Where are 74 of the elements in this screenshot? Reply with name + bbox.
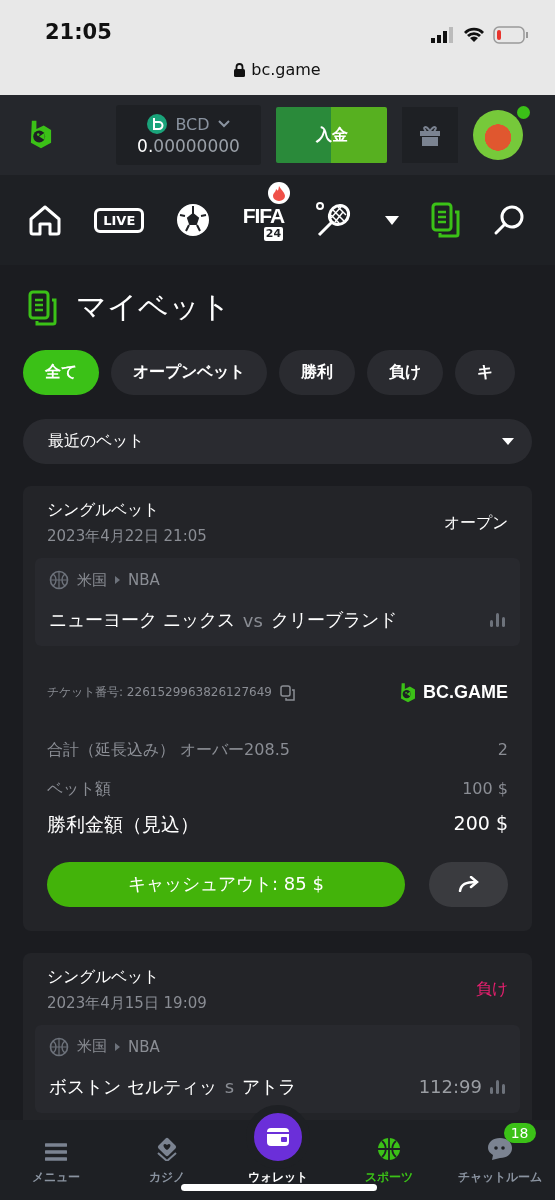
menu-icon <box>44 1143 67 1161</box>
signal-icon <box>431 27 455 43</box>
balance-amount: 0.00000000 <box>137 136 240 156</box>
status-time: 21:05 <box>45 20 112 44</box>
logo-icon[interactable] <box>28 119 54 151</box>
fifa-tab[interactable]: FIFA 24 <box>242 205 285 241</box>
bet-slip-icon <box>28 289 58 326</box>
team-name: クリーブランド <box>270 608 397 632</box>
live-tab[interactable]: LIVE <box>94 207 145 233</box>
breadcrumb-arrow-icon <box>115 1042 120 1051</box>
bet-status: 負け <box>476 979 508 1001</box>
stats-icon[interactable] <box>490 1079 506 1094</box>
payout-value: 200 $ <box>453 811 508 836</box>
team-name: ニューヨーク ニックス <box>49 608 235 632</box>
dropdown-caret-icon[interactable] <box>384 215 399 225</box>
versus-label: s <box>224 1076 235 1098</box>
country-label: 米国 <box>77 570 107 590</box>
market-label: 合計（延長込み） オーバー208.5 <box>47 739 290 761</box>
breadcrumb-arrow-icon <box>115 576 120 584</box>
brand-logo-icon[interactable] <box>399 682 417 704</box>
dropdown-caret-icon <box>502 438 514 445</box>
ticket-number: チケット番号: 2261529963826127649 <box>47 684 272 702</box>
share-button[interactable] <box>429 861 508 907</box>
gift-button[interactable] <box>402 107 458 163</box>
gift-icon <box>419 124 441 146</box>
bet-slip-icon[interactable] <box>430 202 461 238</box>
url-text: bc.game <box>251 60 321 79</box>
tennis-racket-icon[interactable] <box>316 202 353 238</box>
chat-bubble-icon <box>486 1137 513 1161</box>
bet-date: 2023年4月22日 21:05 <box>47 527 207 546</box>
chevron-down-icon <box>217 120 230 128</box>
payout-label: 勝利金額（見込） <box>47 811 199 837</box>
lock-icon <box>234 62 246 77</box>
basketball-icon <box>49 570 69 590</box>
copy-icon[interactable] <box>279 684 296 701</box>
coin-icon <box>147 114 168 134</box>
bet-date: 2023年4月15日 19:09 <box>47 993 207 1013</box>
search-icon[interactable] <box>493 204 525 236</box>
brand-name: BC.GAME <box>423 682 508 704</box>
filter-chip[interactable]: 負け <box>367 350 443 395</box>
basketball-icon <box>376 1137 401 1161</box>
balance-selector[interactable]: BCD 0.00000000 <box>116 105 261 165</box>
bet-type: シングルベット <box>47 966 160 988</box>
home-icon[interactable] <box>28 204 62 236</box>
share-arrow-icon <box>457 876 480 893</box>
odds-value: 2 <box>497 739 508 761</box>
team-name: ボストン セルティッ <box>49 1074 217 1099</box>
league-label: NBA <box>128 1037 160 1056</box>
sort-dropdown[interactable]: 最近のベット <box>23 419 532 464</box>
nav-tab[interactable]: メニュー <box>5 1143 106 1186</box>
avatar[interactable] <box>473 110 523 160</box>
league-label: NBA <box>128 571 160 589</box>
basketball-icon <box>49 1036 69 1057</box>
page-title: マイベット <box>76 288 231 326</box>
currency-label: BCD <box>175 114 210 134</box>
count-badge: 18 <box>503 1123 536 1143</box>
soccer-ball-icon[interactable] <box>176 203 211 237</box>
filter-chip[interactable]: 勝利 <box>279 350 355 395</box>
match-score: 112:99 <box>418 1076 482 1098</box>
versus-label: vs <box>242 609 263 631</box>
stake-value: 100 $ <box>462 778 508 800</box>
stake-label: ベット額 <box>47 778 111 800</box>
filter-chip[interactable]: オープンベット <box>111 350 267 395</box>
filter-chip[interactable]: キ <box>455 350 515 395</box>
deposit-button[interactable]: 入金 <box>276 107 387 163</box>
flame-icon <box>273 185 286 201</box>
stats-icon[interactable] <box>490 613 506 627</box>
wallet-icon <box>266 1128 289 1146</box>
bet-type: シングルベット <box>47 500 160 521</box>
country-label: 米国 <box>77 1037 107 1057</box>
team-name: アトラ <box>242 1074 297 1099</box>
bet-status: オープン <box>444 512 508 534</box>
wifi-icon <box>463 27 485 43</box>
battery-icon <box>493 26 529 44</box>
